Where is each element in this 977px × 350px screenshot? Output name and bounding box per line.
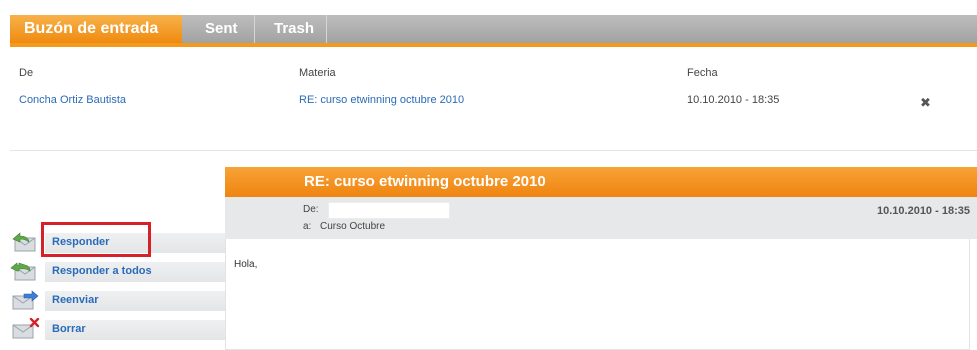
tab-sent[interactable]: Sent: [195, 15, 255, 43]
message-body-text: Hola,: [234, 259, 258, 270]
reply-icon: [10, 231, 40, 253]
reply-all-icon: [10, 260, 40, 282]
from-field: [328, 202, 450, 219]
delete-label: Borrar: [52, 323, 86, 335]
column-header-date: Fecha: [687, 67, 718, 79]
tab-trash[interactable]: Trash: [267, 15, 327, 43]
message-date: 10.10.2010 - 18:35: [877, 205, 970, 217]
row-subject-link[interactable]: RE: curso etwinning octubre 2010: [299, 94, 464, 106]
message-title: RE: curso etwinning octubre 2010: [225, 167, 977, 197]
message-header: De: a: Curso Octubre 10.10.2010 - 18:35: [225, 197, 977, 239]
forward-label: Reenviar: [52, 294, 99, 306]
reply-all-button[interactable]: Responder a todos: [10, 259, 225, 283]
to-value: Curso Octubre: [320, 221, 386, 232]
delete-button[interactable]: Borrar: [10, 317, 225, 341]
column-header-subject: Materia: [299, 67, 336, 79]
reply-all-label: Responder a todos: [52, 265, 152, 277]
delete-mail-icon: [10, 317, 40, 340]
message-viewer: RE: curso etwinning octubre 2010 De: a: …: [225, 167, 977, 350]
delete-icon[interactable]: ✖: [920, 95, 931, 111]
mailbox-tabs: Buzón de entrada Sent Trash: [10, 15, 977, 47]
forward-button[interactable]: Reenviar: [10, 288, 225, 312]
highlight-box: [41, 222, 151, 257]
message-body: Hola,: [225, 239, 970, 350]
inbox-list: De Materia Fecha Concha Ortiz Bautista R…: [10, 47, 977, 151]
tab-inbox[interactable]: Buzón de entrada: [10, 15, 182, 43]
from-label: De:: [303, 204, 319, 215]
column-header-from: De: [19, 67, 34, 79]
forward-icon: [10, 289, 40, 311]
row-sender-link[interactable]: Concha Ortiz Bautista: [19, 94, 126, 106]
to-label: a:: [303, 221, 312, 232]
row-date: 10.10.2010 - 18:35: [687, 94, 780, 106]
